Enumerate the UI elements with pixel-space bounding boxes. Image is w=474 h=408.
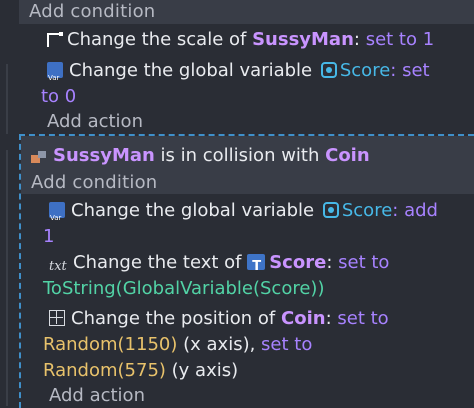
variable-icon [47,62,63,91]
expression[interactable]: ToString(GlobalVariable(Score)) [43,276,389,302]
add-action-button[interactable]: Add action [49,385,145,406]
object-name[interactable]: Score [269,252,326,273]
add-condition-button[interactable]: Add condition [29,1,155,22]
action-change-position[interactable]: Change the position of Coin: set to Rand… [43,306,389,384]
add-condition-button[interactable]: Add condition [31,172,157,193]
event-2[interactable]: SussyMan is in collision with Coin Add c… [19,134,474,408]
object-name[interactable]: SussyMan [252,29,354,50]
action-change-global-variable[interactable]: Change the global variable Score: add 1 [43,198,438,250]
text-icon: txt [49,259,67,274]
collision-icon [31,151,47,163]
action-change-text[interactable]: txtChange the text of Score: set to ToSt… [43,250,389,302]
expression[interactable]: Random(1150) [43,334,177,355]
add-action-button[interactable]: Add action [47,111,143,132]
position-icon [49,310,65,326]
action-change-global-variable[interactable]: Change the global variable Score: set to… [41,58,430,110]
variable-name[interactable]: Score [340,60,390,81]
event-gutter-line [6,150,8,406]
variable-icon [49,202,65,231]
global-variable-icon [322,202,339,218]
action-change-scale[interactable]: Change the scale of SussyMan: set to 1 [47,27,434,53]
variable-name[interactable]: Score [342,200,392,221]
expression[interactable]: Random(575) [43,360,166,381]
event-1[interactable]: Add condition Change the scale of SussyM… [19,0,474,138]
event-gutter-line [6,64,8,134]
conditions-area[interactable]: Add condition [19,0,474,24]
conditions-area[interactable]: SussyMan is in collision with Coin Add c… [21,136,474,194]
condition-collision[interactable]: SussyMan is in collision with Coin [31,145,370,166]
global-variable-icon [320,62,337,78]
text-object-icon [247,254,266,280]
scale-icon [47,32,63,47]
object-name[interactable]: Coin [281,308,326,329]
